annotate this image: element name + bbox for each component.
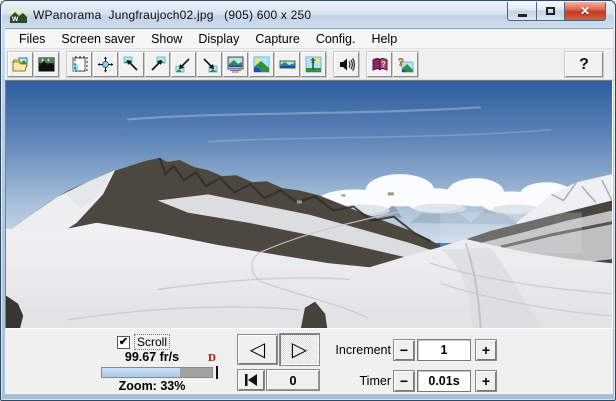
panorama-image <box>6 81 612 328</box>
menu-show[interactable]: Show <box>143 30 190 48</box>
pan-move-icon <box>97 56 114 72</box>
control-panel: ✔ Scroll 99.67 fr/s D Zoom: 33% ◁ ▷ 0 In… <box>5 329 613 394</box>
timer-value: 0.01s <box>417 370 471 392</box>
sound-button[interactable] <box>334 51 359 77</box>
increment-value: 1 <box>417 339 471 361</box>
pan-move-button[interactable] <box>93 51 118 77</box>
scroll-top-right-button[interactable] <box>145 51 170 77</box>
toolbar: ? ? ? <box>5 49 613 80</box>
panorama-strip-button[interactable] <box>275 51 300 77</box>
scroll-progress-bar[interactable] <box>101 367 213 378</box>
scroll-top-left-icon <box>123 56 138 71</box>
fullscreen-monitor-icon <box>227 56 244 72</box>
plus-icon: + <box>481 373 491 389</box>
minus-icon: − <box>399 373 409 389</box>
slideshow-button[interactable] <box>34 51 59 77</box>
svg-text:w: w <box>11 14 19 23</box>
scroll-progress-fill <box>102 368 181 377</box>
close-icon: ✕ <box>579 4 591 18</box>
scroll-top-left-button[interactable] <box>119 51 144 77</box>
menu-files[interactable]: Files <box>11 30 53 48</box>
scroll-bottom-right-icon <box>203 57 218 72</box>
direction-indicator-icon: D <box>208 352 216 364</box>
screensaver-scene-icon <box>305 56 322 72</box>
timer-label: Timer <box>359 374 391 388</box>
scroll-right-button[interactable]: ▷ <box>279 333 320 366</box>
scroll-checkbox-label[interactable]: Scroll <box>134 334 171 350</box>
minimize-button[interactable] <box>507 2 536 21</box>
window-title: WPanorama Jungfraujoch02.jpg (905) 600 x… <box>33 8 312 22</box>
frame-select-icon <box>72 56 88 71</box>
about-image-icon: ? <box>398 56 414 72</box>
slideshow-icon <box>38 57 55 71</box>
left-triangle-icon: ◁ <box>249 338 266 361</box>
svg-text:?: ? <box>398 56 404 69</box>
menu-screen-saver[interactable]: Screen saver <box>53 30 143 48</box>
scroll-bottom-left-icon <box>175 57 190 72</box>
panorama-viewport[interactable] <box>5 80 613 329</box>
help-book-icon: ? <box>372 57 388 71</box>
menu-help[interactable]: Help <box>363 30 405 48</box>
timer-minus-button[interactable]: − <box>393 370 415 392</box>
client-area: Files Screen saver Show Display Capture … <box>5 28 613 394</box>
screensaver-scene-button[interactable] <box>301 51 326 77</box>
context-help-button[interactable]: ? <box>565 52 603 77</box>
increment-plus-button[interactable]: + <box>475 339 497 361</box>
increment-label: Increment <box>335 343 391 357</box>
checkmark-icon: ✔ <box>118 335 129 348</box>
close-button[interactable]: ✕ <box>564 2 606 21</box>
go-to-start-button[interactable] <box>237 369 265 391</box>
maximize-button[interactable] <box>536 2 564 21</box>
maximize-icon <box>546 7 555 15</box>
sound-icon <box>340 57 355 71</box>
frame-counter: 0 <box>266 369 320 391</box>
zoom-level: Zoom: 33% <box>118 379 186 393</box>
menu-config[interactable]: Config. <box>308 30 364 48</box>
about-image-button[interactable]: ? <box>393 51 418 77</box>
show-image-icon <box>253 56 270 72</box>
scroll-bottom-left-button[interactable] <box>171 51 196 77</box>
scroll-top-right-icon <box>151 56 166 71</box>
plus-icon: + <box>481 342 491 358</box>
scroll-checkbox[interactable]: ✔ <box>117 335 130 349</box>
menu-display[interactable]: Display <box>190 30 247 48</box>
progress-end-tick <box>216 366 218 379</box>
help-book-button[interactable]: ? <box>367 51 392 77</box>
app-icon: w <box>10 7 27 23</box>
minimize-icon <box>517 13 527 17</box>
timer-plus-button[interactable]: + <box>475 370 497 392</box>
frame-select-button[interactable] <box>67 51 92 77</box>
skip-to-start-icon <box>245 374 257 386</box>
wpanorama-window: w WPanorama Jungfraujoch02.jpg (905) 600… <box>0 0 616 401</box>
title-bar[interactable]: w WPanorama Jungfraujoch02.jpg (905) 600… <box>2 2 614 28</box>
show-image-button[interactable] <box>249 51 274 77</box>
increment-minus-button[interactable]: − <box>393 339 415 361</box>
scroll-bottom-right-button[interactable] <box>197 51 222 77</box>
framerate-value: 99.67 fr/s <box>124 350 180 364</box>
menu-bar: Files Screen saver Show Display Capture … <box>5 29 613 49</box>
minus-icon: − <box>399 342 409 358</box>
open-file-icon <box>12 57 28 71</box>
fullscreen-monitor-button[interactable] <box>223 51 248 77</box>
scroll-left-button[interactable]: ◁ <box>237 334 278 365</box>
open-file-button[interactable] <box>8 51 33 77</box>
right-triangle-icon: ▷ <box>291 338 308 361</box>
panorama-strip-icon <box>279 60 296 68</box>
svg-text:?: ? <box>381 60 386 69</box>
menu-capture[interactable]: Capture <box>247 30 307 48</box>
